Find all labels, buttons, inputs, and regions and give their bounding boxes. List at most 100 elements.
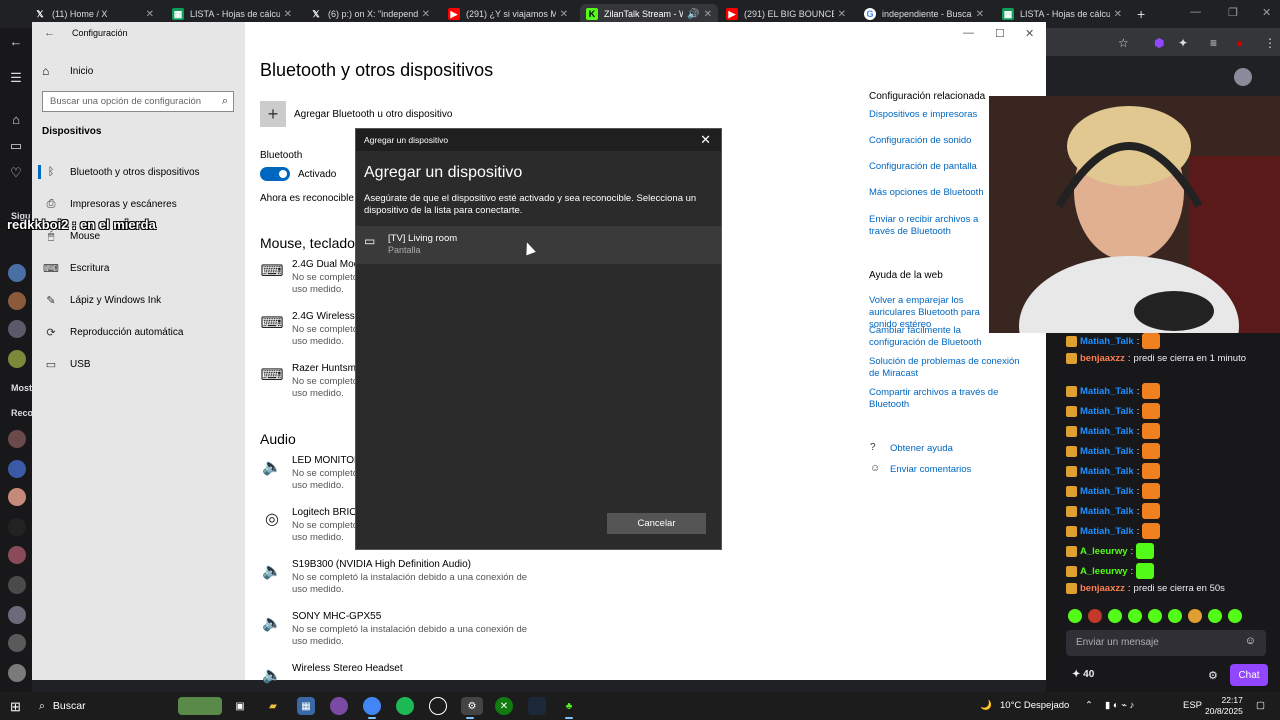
related-link[interactable]: Configuración de pantalla [869, 161, 977, 173]
browser-tab[interactable]: G independiente - Buscar con Google ✕ [858, 4, 990, 24]
emote-icon[interactable] [1068, 609, 1082, 623]
sidebar-item-printers[interactable]: ⎙ Impresoras y escáneres [38, 192, 245, 216]
xbox-icon[interactable]: ✕ [495, 697, 513, 715]
browser-tab[interactable]: 𝕏 (6) p:) on X: "independiente" ✕ [304, 4, 436, 24]
kick-app-icon[interactable]: ♣ [560, 697, 578, 719]
task-view-icon[interactable]: ▣ [231, 697, 249, 715]
browser-tab[interactable]: ▦ LISTA - Hojas de cálculo de Google ✕ [996, 4, 1128, 24]
emoji-icon[interactable]: ☺ [1245, 635, 1256, 647]
chat-username[interactable]: A_leeurwy [1080, 546, 1128, 557]
channel-avatar[interactable] [8, 664, 26, 682]
maximize-window-icon[interactable]: ❐ [1228, 6, 1238, 19]
emote-icon[interactable] [1108, 609, 1122, 623]
chat-username[interactable]: benjaaxzz [1080, 353, 1125, 364]
close-tab-icon[interactable]: ✕ [1114, 9, 1122, 20]
close-tab-icon[interactable]: ✕ [704, 9, 712, 20]
store-icon[interactable]: ▦ [297, 697, 315, 715]
chat-username[interactable]: Matiah_Talk [1080, 446, 1134, 457]
close-tab-icon[interactable]: ✕ [146, 9, 154, 20]
emote-icon[interactable] [1228, 609, 1242, 623]
nav-home[interactable]: ⌂ Inicio [42, 64, 93, 78]
audio-playing-icon[interactable]: 🔊 [687, 9, 699, 20]
settings-search-input[interactable]: Buscar una opción de configuración ⌕ [42, 91, 234, 112]
emote-icon[interactable] [1148, 609, 1162, 623]
close-icon[interactable]: ✕ [700, 132, 711, 148]
sidebar-item-pen[interactable]: ✎ Lápiz y Windows Ink [38, 288, 245, 312]
close-tab-icon[interactable]: ✕ [976, 9, 984, 20]
chat-username[interactable]: Matiah_Talk [1080, 336, 1134, 347]
channel-avatar[interactable] [8, 350, 26, 368]
windows-start-icon[interactable]: ⊞ [10, 699, 21, 715]
sidebar-item-typing[interactable]: ⌨ Escritura [38, 256, 245, 280]
get-help-link[interactable]: Obtener ayuda [890, 443, 953, 454]
close-tab-icon[interactable]: ✕ [284, 9, 292, 20]
close-window-icon[interactable]: ✕ [1262, 6, 1271, 19]
close-icon[interactable]: ✕ [1025, 27, 1034, 40]
file-explorer-icon[interactable]: ▰ [264, 697, 282, 715]
more-options-icon[interactable]: ⋮ [1264, 36, 1276, 50]
emote-icon[interactable] [1128, 609, 1142, 623]
tray-icons[interactable]: ▮ ◐ ⌁ ♪ [1105, 700, 1134, 711]
channel-avatar[interactable] [8, 606, 26, 624]
chat-username[interactable]: benjaaxzz [1080, 583, 1125, 594]
bookmark-star-icon[interactable]: ☆ [1118, 36, 1129, 50]
close-tab-icon[interactable]: ✕ [838, 9, 846, 20]
chat-message-input[interactable]: Enviar un mensaje ☺ [1066, 630, 1266, 656]
emote-icon[interactable] [1208, 609, 1222, 623]
notification-icon[interactable]: ▢ [1256, 700, 1265, 711]
language-indicator[interactable]: ESP [1183, 700, 1202, 711]
chat-username[interactable]: Matiah_Talk [1080, 466, 1134, 477]
send-chat-button[interactable]: Chat [1230, 664, 1268, 686]
emote-icon[interactable] [1188, 609, 1202, 623]
channel-avatar[interactable] [8, 634, 26, 652]
browser-tab[interactable]: ▦ LISTA - Hojas de cálculo de Google ✕ [166, 4, 298, 24]
chrome-icon[interactable] [363, 697, 381, 719]
channel-avatar[interactable] [8, 430, 26, 448]
browser-tab[interactable]: ▶ (291) ¿Y si viajamos MIL MI... ✕ [442, 4, 574, 24]
channel-avatar[interactable] [8, 518, 26, 536]
extensions-puzzle-icon[interactable]: ✦ [1178, 36, 1188, 50]
close-tab-icon[interactable]: ✕ [560, 9, 568, 20]
related-link[interactable]: Configuración de sonido [869, 135, 971, 147]
help-link[interactable]: Compartir archivos a través de Bluetooth [869, 387, 1009, 411]
extension-icon[interactable]: ⬢ [1154, 36, 1164, 50]
device-item[interactable]: 🔈 S19B300 (NVIDIA High Definition Audio)… [260, 559, 560, 603]
channel-avatar[interactable] [8, 264, 26, 282]
bluetooth-toggle[interactable] [260, 167, 290, 181]
chat-username[interactable]: Matiah_Talk [1080, 386, 1134, 397]
browser-tab[interactable]: ▶ (291) EL BIG BOUNCE ✕ [720, 4, 852, 24]
channel-avatar[interactable] [8, 292, 26, 310]
channel-avatar[interactable] [8, 546, 26, 564]
chat-username[interactable]: A_leeurwy [1080, 566, 1128, 577]
related-link[interactable]: Dispositivos e impresoras [869, 109, 977, 121]
minimize-icon[interactable]: — [963, 27, 974, 39]
spotify-icon[interactable] [396, 697, 414, 715]
chevron-up-icon[interactable]: ⌃ [1085, 700, 1093, 711]
add-device-button[interactable]: + Agregar Bluetooth u otro dispositivo [260, 101, 452, 127]
browse-icon[interactable]: ▭ [8, 138, 24, 154]
sidebar-item-bluetooth[interactable]: ᛒ Bluetooth y otros dispositivos [38, 160, 245, 184]
send-feedback-link[interactable]: Enviar comentarios [890, 464, 971, 475]
profile-avatar-icon[interactable]: ● [1236, 36, 1243, 50]
help-link[interactable]: Solución de problemas de conexión de Mir… [869, 356, 1029, 380]
emote-icon[interactable] [1168, 609, 1182, 623]
channel-avatar[interactable] [8, 460, 26, 478]
related-link[interactable]: Enviar o recibir archivos a través de Bl… [869, 214, 989, 238]
settings-gear-icon[interactable]: ⚙ [461, 697, 483, 719]
user-avatar[interactable] [1234, 68, 1252, 86]
sidebar-item-usb[interactable]: ▭ USB [38, 352, 245, 376]
new-tab-button[interactable]: + [1137, 6, 1145, 22]
channel-points[interactable]: ✦ 40 [1072, 669, 1094, 680]
maximize-icon[interactable]: ☐ [995, 27, 1005, 40]
close-tab-icon[interactable]: ✕ [422, 9, 430, 20]
cancel-button[interactable]: Cancelar [607, 513, 706, 534]
app-icon[interactable] [330, 697, 348, 715]
channel-avatar[interactable] [8, 320, 26, 338]
emote-icon[interactable] [1088, 609, 1102, 623]
help-link[interactable]: Cambiar fácilmente la configuración de B… [869, 325, 989, 349]
steam-icon[interactable] [528, 697, 546, 715]
chat-username[interactable]: Matiah_Talk [1080, 426, 1134, 437]
back-arrow-icon[interactable]: ← [44, 27, 55, 39]
weather-text[interactable]: 10°C Despejado [1000, 700, 1069, 711]
back-icon[interactable]: ← [8, 34, 24, 50]
